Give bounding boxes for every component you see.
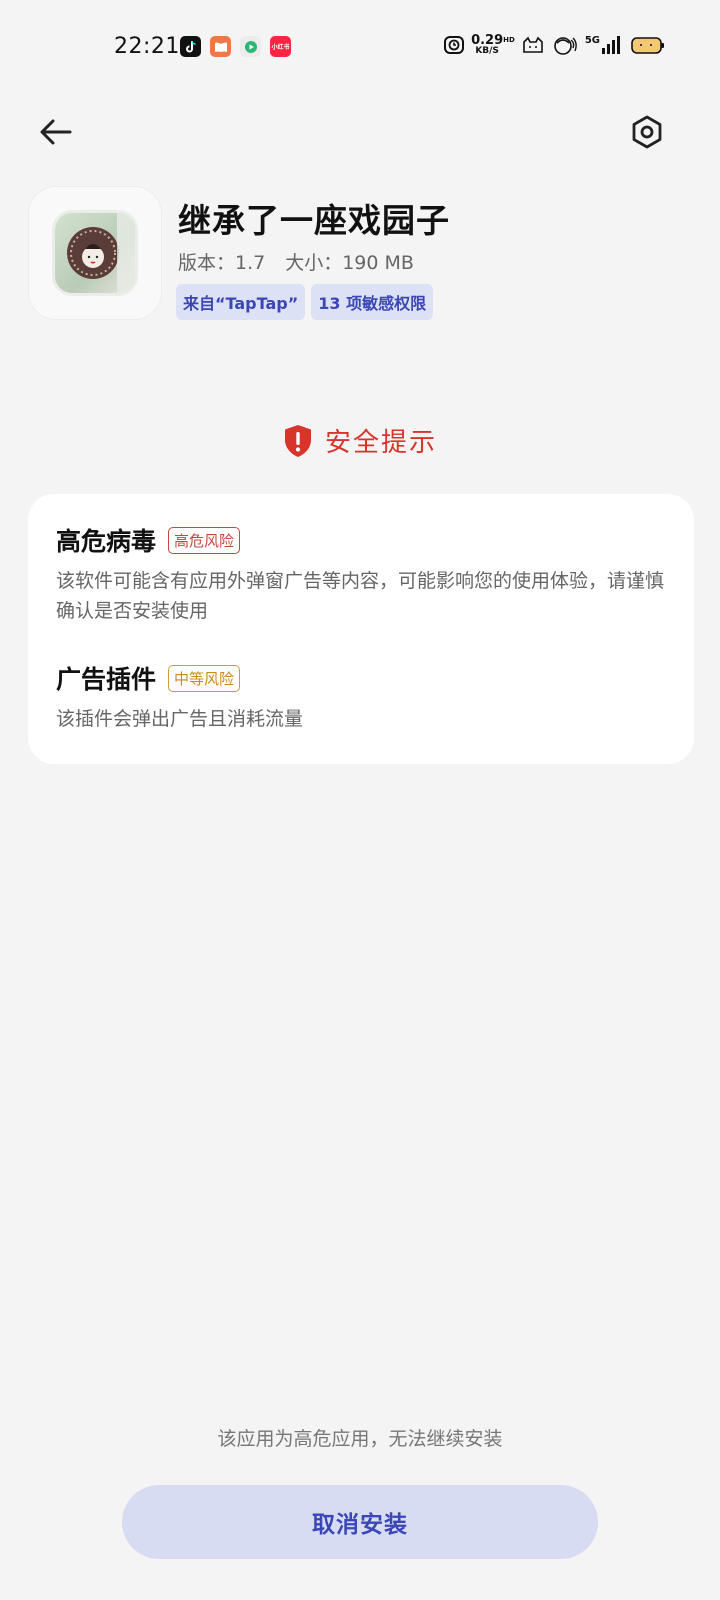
tiktok-icon: [180, 36, 201, 57]
wifi-cat-icon: [554, 37, 577, 55]
app-size: 大小：190 MB: [285, 252, 414, 274]
settings-button[interactable]: [625, 110, 669, 154]
cancel-install-button[interactable]: 取消安装: [122, 1485, 598, 1559]
hd-label: HD: [503, 36, 515, 44]
app-tags: 来自“TapTap” 13 项敏感权限: [176, 284, 434, 320]
permissions-tag[interactable]: 13 项敏感权限: [311, 284, 434, 320]
app-name: 继承了一座戏园子: [178, 201, 450, 240]
network-speed: 0.29 KB/S: [471, 34, 503, 56]
risk-item: 高危病毒 高危风险 该软件可能含有应用外弹窗广告等内容，可能影响您的使用体验，请…: [56, 522, 666, 626]
xiaohongshu-label: 小红书: [271, 44, 290, 51]
shield-alert-icon: [284, 424, 311, 457]
signal-5g: 5G: [585, 35, 625, 55]
risk-level-badge: 高危风险: [168, 526, 241, 554]
warning-title: 安全提示: [324, 428, 437, 458]
app-meta: 版本：1.7 大小：190 MB: [178, 248, 414, 275]
signal-bars-icon: [602, 36, 620, 54]
risk-description: 该软件可能含有应用外弹窗广告等内容，可能影响您的使用体验，请谨慎确认是否安装使用: [56, 570, 665, 622]
risk-name: 广告插件: [56, 665, 157, 694]
back-button[interactable]: [34, 110, 78, 154]
cat-sticker-icon: [523, 36, 543, 53]
risk-name: 高危病毒: [56, 527, 157, 556]
notification-icons: 小红书: [180, 36, 291, 57]
gear-icon: [632, 115, 662, 149]
app-icon-image: [52, 210, 138, 296]
security-warning-heading: 安全提示: [0, 422, 720, 459]
source-tag[interactable]: 来自“TapTap”: [176, 284, 306, 320]
install-blocked-note: 该应用为高危应用，无法继续安装: [217, 1428, 503, 1450]
system-status: 0.29 KB/S HD 5G: [443, 34, 665, 56]
xiaohongshu-icon: 小红书: [270, 36, 291, 57]
risk-card: 高危病毒 高危风险 该软件可能含有应用外弹窗广告等内容，可能影响您的使用体验，请…: [28, 494, 694, 764]
network-type-label: 5G: [584, 35, 600, 46]
alarm-icon: [444, 36, 465, 54]
status-time: 22:21: [114, 34, 180, 59]
battery-icon: [631, 37, 664, 54]
arrow-left-icon: [40, 119, 72, 145]
app-version: 版本：1.7: [178, 252, 266, 274]
risk-item: 广告插件 中等风险 该插件会弹出广告且消耗流量: [56, 660, 666, 734]
net-speed-unit: KB/S: [475, 46, 499, 56]
video-icon: [240, 36, 261, 57]
app-icon: [28, 186, 162, 320]
risk-level-badge: 中等风险: [168, 664, 241, 692]
risk-description: 该插件会弹出广告且消耗流量: [56, 708, 304, 730]
books-icon: [210, 36, 231, 57]
